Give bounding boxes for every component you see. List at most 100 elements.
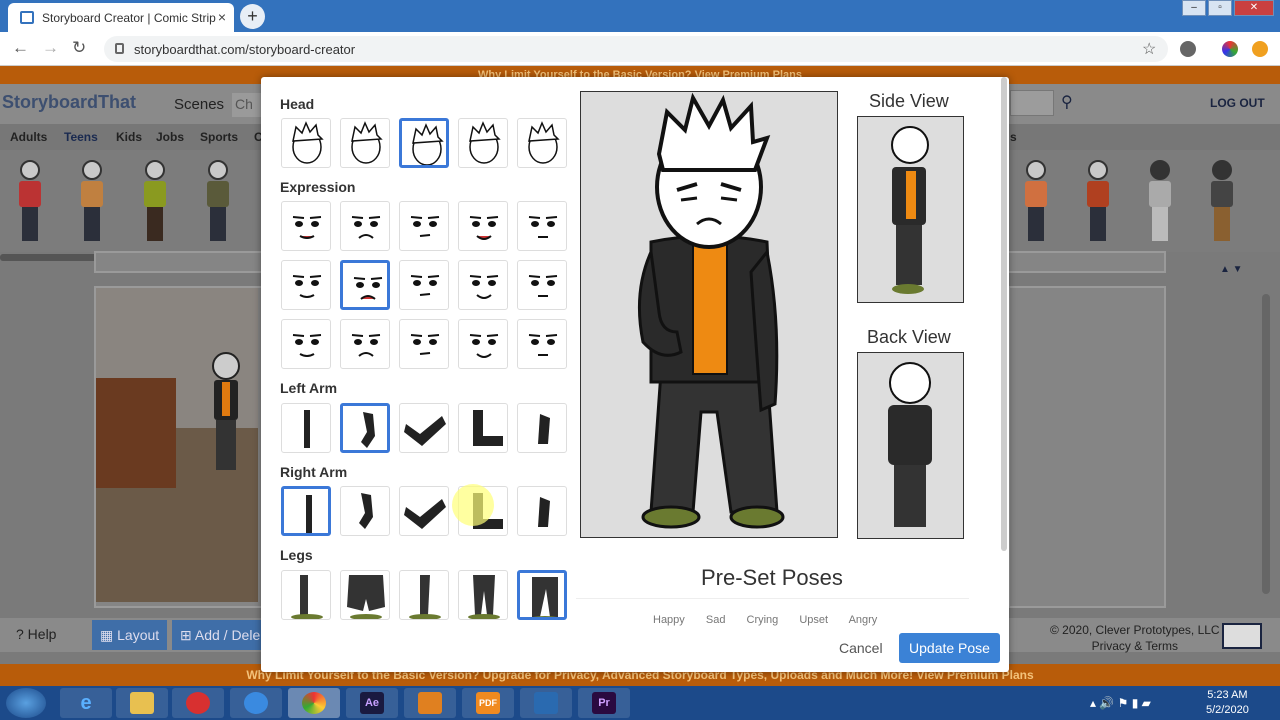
right-arm-option[interactable] [517,486,567,536]
left-arm-option[interactable] [458,403,508,453]
modal-scrollbar[interactable] [1001,77,1007,551]
expression-option[interactable] [517,319,567,369]
palette-character[interactable] [1024,160,1048,246]
cancel-button[interactable]: Cancel [839,640,883,656]
premiere-icon[interactable]: Pr [578,688,630,718]
browser-tab[interactable]: Storyboard Creator | Comic Strip × [8,3,234,32]
left-arm-option[interactable] [281,403,331,453]
palette-character[interactable] [18,160,42,246]
legs-option[interactable] [458,570,508,620]
after-effects-icon[interactable]: Ae [346,688,398,718]
minimize-button[interactable]: ‒ [1182,0,1206,16]
head-option[interactable] [340,118,390,168]
reload-icon[interactable]: ↻ [72,38,86,58]
expression-option[interactable] [399,201,449,251]
scenes-tab[interactable]: Scenes [174,96,224,113]
pose-sad[interactable]: Sad [706,614,726,626]
legs-option[interactable] [281,570,331,620]
capture-icon[interactable] [520,688,572,718]
legs-option[interactable] [399,570,449,620]
extension-icon[interactable] [1180,41,1196,57]
expression-option[interactable] [281,201,331,251]
expression-option[interactable] [399,319,449,369]
storyboardthat-logo[interactable]: StoryboardThat [2,92,136,113]
explorer-icon[interactable] [116,688,168,718]
page-scrollbar[interactable] [1262,294,1270,594]
palette-character[interactable] [1148,160,1172,246]
ie-icon[interactable]: e [60,688,112,718]
expression-option[interactable] [281,319,331,369]
expression-option[interactable] [340,201,390,251]
right-arm-option[interactable] [399,486,449,536]
media-player-icon[interactable] [404,688,456,718]
expression-option[interactable] [517,260,567,310]
address-bar[interactable]: storyboardthat.com/storyboard-creator [104,36,1168,62]
system-tray[interactable]: ▴ 🔊 ⚑ ▮ ▰ [1090,696,1151,710]
legs-option[interactable] [340,570,390,620]
expression-option[interactable] [281,260,331,310]
maximize-button[interactable]: ▫ [1208,0,1232,16]
bookmark-star-icon[interactable]: ☆ [1142,39,1156,59]
category-sports[interactable]: Sports [200,130,238,144]
recorder-icon[interactable] [172,688,224,718]
left-arm-option[interactable] [517,403,567,453]
clock-time: 5:23 AM [1207,689,1248,701]
left-arm-option[interactable] [399,403,449,453]
profile-icon[interactable] [1252,41,1268,57]
fullscreen-icon[interactable] [1222,623,1262,649]
palette-character[interactable] [1086,160,1110,246]
pose-angry[interactable]: Angry [849,614,878,626]
category-jobs[interactable]: Jobs [156,130,184,144]
scene-thumbnail[interactable] [96,288,258,602]
category-tail[interactable]: s [1010,130,1017,144]
back-arrow-icon[interactable]: ← [12,38,29,58]
pose-upset[interactable]: Upset [799,614,828,626]
palette-character[interactable] [143,160,167,246]
expression-option[interactable] [458,201,508,251]
head-option[interactable] [517,118,567,168]
palette-character[interactable] [206,160,230,246]
update-pose-button[interactable]: Update Pose [899,633,1000,663]
layout-button[interactable]: ▦ Layout [92,620,168,650]
teamviewer-icon[interactable] [230,688,282,718]
expression-option[interactable] [517,201,567,251]
legs-section-title: Legs [280,547,313,563]
privacy-link[interactable]: Privacy & Terms [1050,638,1220,654]
expression-option[interactable] [458,260,508,310]
expression-option[interactable] [458,319,508,369]
extension-color-icon[interactable] [1222,41,1238,57]
legs-option[interactable] [517,570,567,620]
palette-character[interactable] [80,160,104,246]
forward-arrow-icon[interactable]: → [42,38,59,58]
search-icon[interactable]: ⚲ [1061,92,1073,112]
right-arm-option[interactable] [340,486,390,536]
left-arm-option[interactable] [340,403,390,453]
pdf-icon[interactable]: PDF [462,688,514,718]
expression-option[interactable] [340,260,390,310]
head-option[interactable] [458,118,508,168]
pose-crying[interactable]: Crying [747,614,779,626]
storyboard-cell[interactable] [1008,286,1166,608]
help-link[interactable]: ? Help [16,626,56,642]
reorder-arrows[interactable]: ▲ ▼ [1220,264,1243,275]
head-option[interactable] [399,118,449,168]
tab-close-icon[interactable]: × [218,9,226,25]
close-window-button[interactable]: ✕ [1234,0,1274,16]
category-adults[interactable]: Adults [10,130,47,144]
add-delete-button[interactable]: ⊞ Add / Dele [172,620,269,650]
right-arm-option[interactable] [281,486,331,536]
chrome-icon[interactable] [288,688,340,718]
logout-link[interactable]: LOG OUT [1210,96,1265,110]
category-teens[interactable]: Teens [64,130,98,144]
clock[interactable]: 5:23 AM 5/2/2020 [1206,688,1249,718]
start-button[interactable] [6,688,46,718]
pose-happy[interactable]: Happy [653,614,685,626]
palette-character[interactable] [1210,160,1234,246]
category-kids[interactable]: Kids [116,130,142,144]
head-option[interactable] [281,118,331,168]
expression-option[interactable] [340,319,390,369]
expression-option[interactable] [399,260,449,310]
search-input[interactable] [1010,90,1054,116]
new-tab-button[interactable]: + [240,4,265,29]
side-view-title: Side View [869,91,949,111]
